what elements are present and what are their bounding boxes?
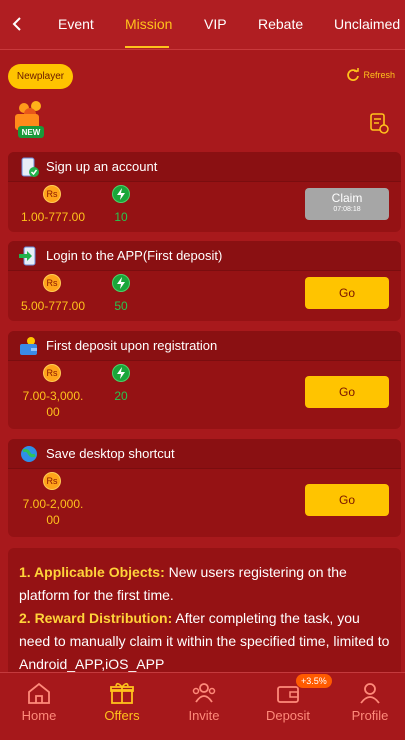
- new-gift-icon: NEW: [15, 101, 44, 138]
- bolt-icon: [112, 274, 130, 292]
- task-title: Sign up an account: [46, 159, 158, 174]
- task-title: Login to the APP(First deposit): [46, 248, 223, 263]
- rules-panel: 1. Applicable Objects: New users registe…: [8, 548, 401, 678]
- task-card-desktop-shortcut: Save desktop shortcut Rs 7.00-2,000. 00 …: [8, 439, 401, 537]
- nav-offers-label: Offers: [104, 708, 140, 723]
- deposit-bonus-badge: +3.5%: [296, 674, 332, 688]
- profile-icon: [360, 683, 380, 704]
- go-button[interactable]: Go: [305, 277, 389, 309]
- tab-vip[interactable]: VIP: [204, 16, 227, 32]
- reward-amount: 7.00-2,000. 00: [14, 496, 92, 528]
- reward-amount-line2: 00: [46, 405, 60, 419]
- nav-offers[interactable]: Offers: [86, 681, 158, 723]
- bolt-icon: [112, 185, 130, 203]
- nav-home[interactable]: Home: [3, 681, 75, 723]
- tab-rebate[interactable]: Rebate: [258, 16, 303, 32]
- invite-users-icon: [192, 683, 216, 703]
- task-header: First deposit upon registration: [8, 331, 401, 361]
- history-list-icon[interactable]: [369, 112, 389, 134]
- refresh-button[interactable]: Refresh: [346, 68, 395, 82]
- go-button[interactable]: Go: [305, 484, 389, 516]
- reward-amount: 7.00-3,000. 00: [14, 388, 92, 420]
- wallet-coins-icon: [20, 336, 37, 355]
- app-download-icon: [19, 246, 36, 265]
- rupee-icon: Rs: [43, 472, 61, 490]
- rupee-icon: Rs: [43, 185, 61, 203]
- reward-points: 20: [114, 389, 128, 403]
- home-icon: [28, 682, 50, 704]
- task-header: Save desktop shortcut: [8, 439, 401, 469]
- nav-profile-label: Profile: [351, 708, 389, 723]
- active-tab-indicator: [125, 46, 169, 48]
- nav-invite-label: Invite: [188, 708, 220, 723]
- task-card-first-deposit: First deposit upon registration Rs 7.00-…: [8, 331, 401, 429]
- nav-profile[interactable]: Profile: [334, 681, 405, 723]
- refresh-label: Refresh: [363, 70, 395, 80]
- bottom-nav: Home Offers Invite Deposit Profile: [0, 672, 405, 740]
- back-arrow-icon[interactable]: [6, 12, 30, 36]
- reward-amount: 1.00-777.00: [20, 210, 86, 224]
- rule-2-key: 2. Reward Distribution:: [19, 610, 173, 626]
- rupee-icon: Rs: [43, 364, 61, 382]
- newplayer-filter-button[interactable]: Newplayer: [8, 64, 73, 89]
- task-card-login-app: Login to the APP(First deposit) Rs 5.00-…: [8, 241, 401, 321]
- reward-points: 50: [114, 299, 128, 313]
- tab-unclaimed[interactable]: Unclaimed: [334, 16, 400, 32]
- gift-icon: [110, 682, 134, 704]
- go-button[interactable]: Go: [305, 376, 389, 408]
- tab-mission[interactable]: Mission: [125, 16, 172, 32]
- task-card-signup: Sign up an account Rs 1.00-777.00 10 Cla…: [8, 152, 401, 232]
- task-header: Login to the APP(First deposit): [8, 241, 401, 271]
- globe-icon: [21, 445, 37, 462]
- rule-1-key: 1. Applicable Objects:: [19, 564, 165, 580]
- nav-deposit-label: Deposit: [265, 708, 311, 723]
- rupee-icon: Rs: [43, 274, 61, 292]
- claim-timer: 07:08:18: [333, 206, 361, 213]
- claim-label: Claim: [331, 191, 363, 205]
- nav-invite[interactable]: Invite: [168, 681, 240, 723]
- reward-amount-line2: 00: [46, 513, 60, 527]
- claim-button[interactable]: Claim 07:08:18: [305, 188, 389, 220]
- phone-check-icon: [21, 157, 39, 177]
- task-header: Sign up an account: [8, 152, 401, 182]
- tab-event[interactable]: Event: [58, 16, 94, 32]
- bolt-icon: [112, 364, 130, 382]
- reward-amount-line1: 7.00-3,000.: [22, 389, 84, 403]
- task-title: Save desktop shortcut: [46, 446, 175, 461]
- reward-amount: 5.00-777.00: [20, 299, 86, 313]
- new-badge-text: NEW: [22, 128, 41, 137]
- task-title: First deposit upon registration: [46, 338, 218, 353]
- refresh-icon: [347, 68, 360, 81]
- top-tab-bar: Event Mission VIP Rebate Unclaimed: [0, 0, 405, 50]
- reward-points: 10: [114, 210, 128, 224]
- reward-amount-line1: 7.00-2,000.: [22, 497, 84, 511]
- nav-home-label: Home: [21, 708, 57, 723]
